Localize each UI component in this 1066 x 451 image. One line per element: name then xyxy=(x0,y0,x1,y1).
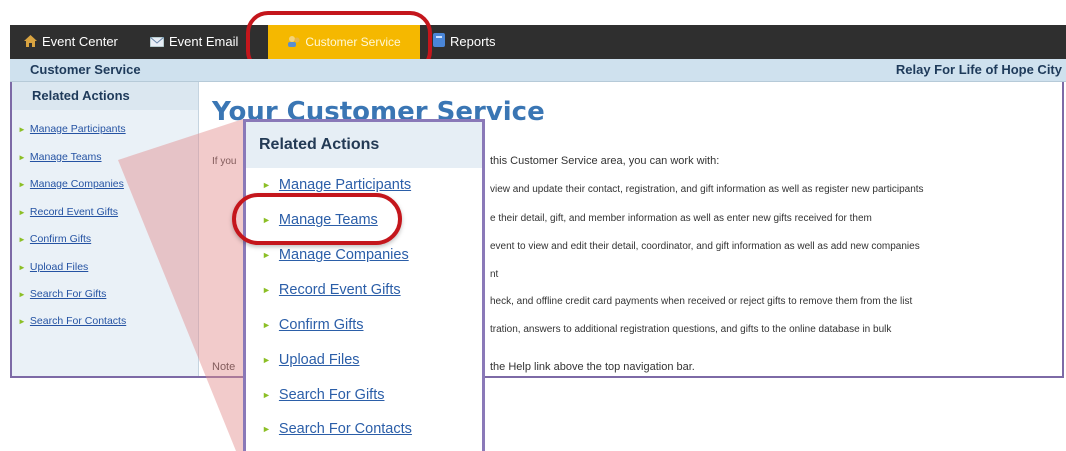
bullet-arrow-icon: ► xyxy=(262,390,271,401)
related-actions-zoom-callout: Related Actions ► Manage Participants ► Ma… xyxy=(243,119,485,451)
popup-item-upload-files[interactable]: ► Upload Files xyxy=(262,352,360,368)
popup-item-label: Upload Files xyxy=(278,352,360,368)
bullet-arrow-icon: ► xyxy=(262,180,271,191)
bullet-arrow-icon: ► xyxy=(262,355,271,366)
bullet-arrow-icon: ► xyxy=(262,320,271,331)
popup-item-label: Confirm Gifts xyxy=(278,317,364,333)
popup-item-label: Record Event Gifts xyxy=(278,282,401,298)
popup-item-search-for-contacts[interactable]: ► Search For Contacts xyxy=(262,421,412,437)
popup-item-label: Manage Participants xyxy=(278,177,412,193)
popup-heading-bar: Related Actions xyxy=(246,122,482,168)
bullet-arrow-icon: ► xyxy=(262,285,271,296)
popup-heading: Related Actions xyxy=(259,136,380,153)
popup-item-label: Search For Gifts xyxy=(278,387,385,403)
popup-item-manage-participants[interactable]: ► Manage Participants xyxy=(262,177,411,193)
popup-item-confirm-gifts[interactable]: ► Confirm Gifts xyxy=(262,317,364,333)
bullet-arrow-icon: ► xyxy=(262,424,271,435)
popup-item-label: Manage Companies xyxy=(278,247,409,263)
popup-item-manage-companies[interactable]: ► Manage Companies xyxy=(262,247,409,263)
manage-teams-highlight-oval xyxy=(232,193,402,245)
bullet-arrow-icon: ► xyxy=(262,250,271,261)
zoom-callout-wedge xyxy=(118,119,243,451)
popup-item-search-for-gifts[interactable]: ► Search For Gifts xyxy=(262,387,384,403)
popup-item-record-event-gifts[interactable]: ► Record Event Gifts xyxy=(262,282,401,298)
popup-item-label: Search For Contacts xyxy=(278,421,412,437)
